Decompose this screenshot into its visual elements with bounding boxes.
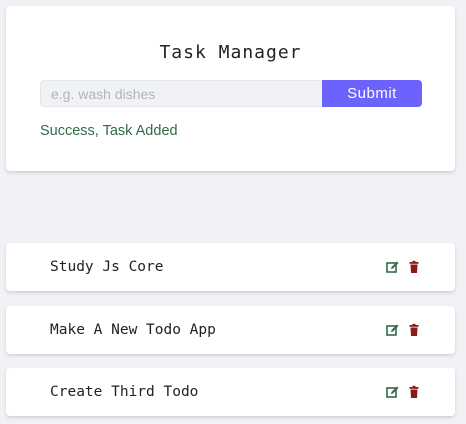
- edit-icon[interactable]: [386, 323, 400, 337]
- trash-icon[interactable]: [407, 323, 421, 337]
- task-text: Study Js Core: [50, 259, 164, 275]
- submit-button[interactable]: Submit: [322, 80, 422, 107]
- task-text: Make A New Todo App: [50, 322, 216, 338]
- trash-icon[interactable]: [407, 260, 421, 274]
- trash-icon[interactable]: [407, 385, 421, 399]
- success-alert: Success, Task Added: [40, 123, 178, 139]
- task-form-card: Task Manager Submit Success, Task Added: [6, 6, 455, 171]
- edit-icon[interactable]: [386, 260, 400, 274]
- edit-icon[interactable]: [386, 385, 400, 399]
- task-text: Create Third Todo: [50, 384, 199, 400]
- task-item: Create Third Todo: [6, 368, 455, 416]
- task-input[interactable]: [40, 80, 322, 107]
- page-title: Task Manager: [159, 42, 302, 63]
- task-item: Study Js Core: [6, 243, 455, 291]
- task-item: Make A New Todo App: [6, 306, 455, 354]
